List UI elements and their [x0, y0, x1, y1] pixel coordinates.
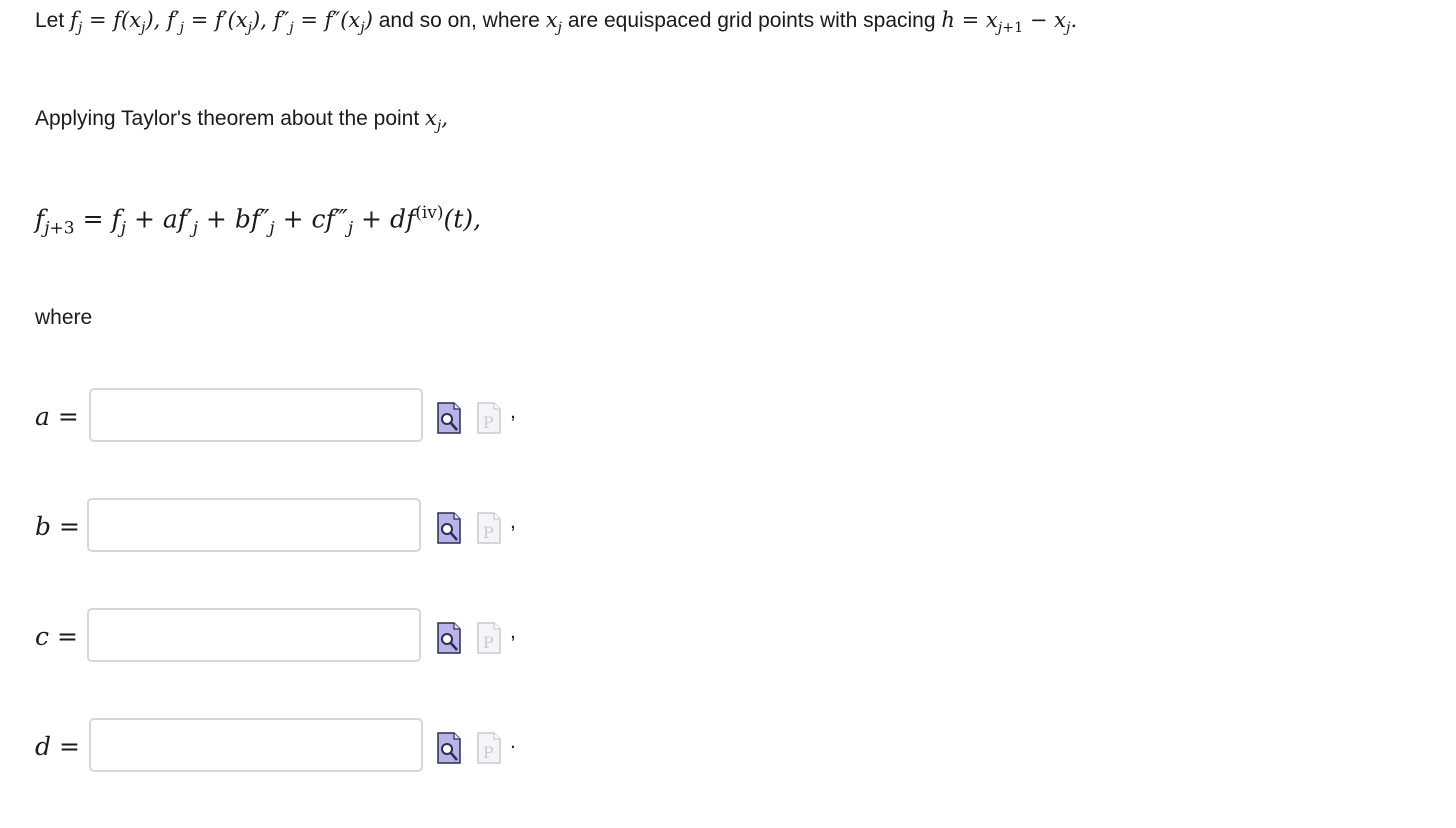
grid-point-symbol: xj: [545, 8, 562, 37]
trailing-punctuation: .: [510, 730, 516, 753]
p-document-icon: P: [477, 622, 501, 654]
answer-input-b[interactable]: [87, 498, 421, 552]
let-word: Let: [35, 9, 65, 32]
taylor-equation: fj+3 = fj + af′j + bf″j + cf‴j + df(iv)(…: [35, 203, 482, 239]
definition-formulas: fj = f(xj), f′j = f′(xj), f″j = f″(xj): [70, 8, 373, 37]
answer-input-c[interactable]: [87, 608, 421, 662]
svg-text:P: P: [483, 633, 494, 652]
svg-text:P: P: [483, 413, 494, 432]
answer-input-d[interactable]: [89, 718, 423, 772]
preview-magnifier-icon[interactable]: [436, 622, 462, 654]
variable-label: b =: [35, 512, 80, 541]
grid-points-text: are equispaced grid points with spacing: [567, 9, 936, 32]
variable-label: c =: [35, 622, 78, 651]
svg-text:P: P: [483, 743, 494, 762]
p-document-icon: P: [477, 512, 501, 544]
spacing-formula: h = xj+1 − xj.: [941, 8, 1078, 37]
preview-magnifier-icon[interactable]: [436, 732, 462, 764]
svg-text:P: P: [483, 523, 494, 542]
where-label: where: [35, 306, 93, 329]
and-so-on-text: and so on, where: [378, 9, 540, 32]
answer-input-a[interactable]: [89, 388, 423, 442]
trailing-punctuation: ,: [510, 510, 516, 533]
variable-label: d =: [35, 732, 80, 761]
preview-magnifier-icon[interactable]: [436, 402, 462, 434]
apply-text: Applying Taylor's theorem about the poin…: [35, 107, 420, 130]
expansion-point: xj,: [425, 106, 449, 135]
variable-label: a =: [35, 402, 79, 431]
trailing-punctuation: ,: [510, 400, 516, 423]
p-document-icon: P: [477, 402, 501, 434]
intro-sentence: Let fj = f(xj), f′j = f′(xj), f″j = f″(x…: [35, 8, 1077, 36]
apply-sentence: Applying Taylor's theorem about the poin…: [35, 106, 448, 134]
preview-magnifier-icon[interactable]: [436, 512, 462, 544]
trailing-punctuation: ,: [510, 620, 516, 643]
p-document-icon: P: [477, 732, 501, 764]
